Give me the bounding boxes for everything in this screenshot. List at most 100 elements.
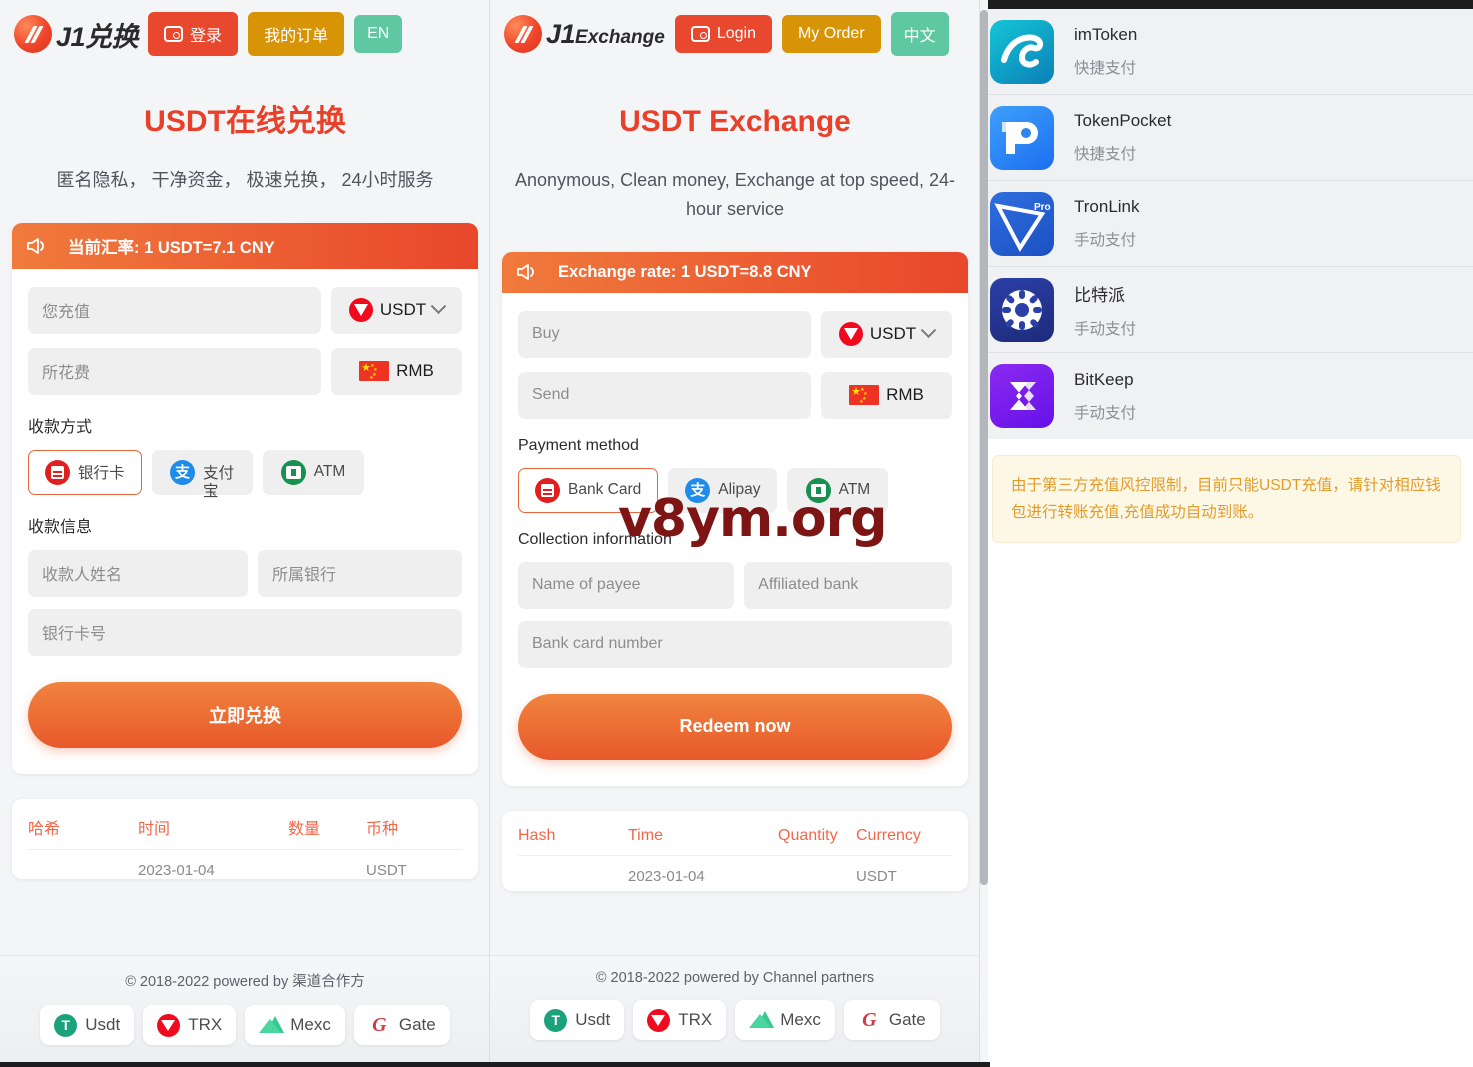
brand-logo-en[interactable]: J1Exchange [504,15,665,53]
panel-chinese-scroll: J1兑换 登录 我的订单 EN USDT在线兑换 匿名隐私， 干净资金， 极速兑… [0,0,490,955]
partners-en: Usdt TRX Mexc Gate [530,1000,940,1040]
send-currency-select-zh[interactable]: ★ ★ ★ ★ ★ RMB [331,347,462,395]
send-amount-input-en[interactable]: Send [518,371,811,419]
partner-trx-zh[interactable]: TRX [143,1005,237,1045]
wallet-item-tokenpocket[interactable]: TokenPocket 快捷支付 [980,95,1473,181]
logo-mark-icon [504,15,542,53]
alipay-icon [170,459,195,485]
table-header-hash: 哈希 [28,820,61,838]
exchange-form-zh: 您充值 USDT 所花费 ★ ★ ★ ★ ★ RMB 收款方式 银行卡 支 支付… [12,269,478,774]
header-english: J1Exchange Login My Order 中文 [490,0,980,70]
bitpie-icon [990,277,1054,342]
wallet-item-bitpie[interactable]: 比特派 手动支付 [980,267,1473,353]
buy-amount-input-zh[interactable]: 您充值 [28,286,321,334]
trx-icon [647,1008,671,1032]
page-subtitle-zh: 匿名隐私， 干净资金， 极速兑换， 24小时服务 [56,170,434,190]
redeem-now-button-en[interactable]: Redeem now [518,693,952,760]
login-label: Login [716,25,756,42]
send-row-en: Send ★ ★ ★ ★ ★ RMB [518,371,952,419]
payment-label: ATM [838,481,871,499]
wallet-scrollbar[interactable] [980,10,988,885]
send-row-zh: 所花费 ★ ★ ★ ★ ★ RMB [28,347,462,395]
payment-label: Bank Card [568,481,642,499]
cell-currency: USDT [856,867,897,885]
bank-card-number-input-zh[interactable]: 银行卡号 [28,608,462,656]
brand-logo-zh[interactable]: J1兑换 [14,15,139,54]
exchange-card-zh: 当前汇率: 1 USDT=7.1 CNY 您充值 USDT 所花费 ★ ★ ★ … [12,222,478,774]
send-currency-label: RMB [886,385,924,405]
payment-methods-en: Bank Card Alipay ATM [518,467,952,513]
table-row: 2023-01-04 USDT [28,850,462,879]
copyright-zh: © 2018-2022 powered by 渠道合作方 [125,974,365,990]
my-order-button-zh[interactable]: 我的订单 [248,12,345,56]
history-table-zh: 哈希 时间 数量 币种 2023-01-04 USDT [12,798,478,879]
cell-hash [518,868,628,885]
table-header-row-zh: 哈希 时间 数量 币种 [28,815,462,839]
tron-icon [838,322,863,347]
payment-method-atm-en[interactable]: ATM [787,467,889,513]
buy-currency-label: USDT [379,300,427,320]
payment-method-atm-zh[interactable]: ATM [262,449,364,495]
partner-usdt-en[interactable]: Usdt [530,1000,625,1040]
payment-label: ATM [313,463,346,481]
partner-label: Mexc [290,1015,331,1034]
partner-usdt-zh[interactable]: Usdt [40,1005,135,1045]
payee-name-input-en[interactable]: Name of payee [518,561,735,609]
partner-gate-zh[interactable]: Gate [353,1005,450,1045]
wallet-texts: 比特派 手动支付 [1074,281,1136,339]
wallet-item-imtoken[interactable]: imToken 快捷支付 [980,9,1473,95]
atm-icon [805,477,831,503]
payee-row-en: Name of payee Affiliated bank [518,561,953,609]
cell-time: 2023-01-04 [628,867,705,885]
partner-trx-en[interactable]: TRX [633,1000,727,1040]
partner-mexc-en[interactable]: Mexc [735,1000,835,1040]
login-button-en[interactable]: Login [674,15,772,53]
wallet-icon [690,26,710,42]
wallet-item-bitkeep[interactable]: BitKeep 手动支付 [980,353,1473,439]
payment-method-bank-card-zh[interactable]: 银行卡 [28,449,142,495]
alipay-label-overflow-zh: 宝 [203,482,219,500]
collection-info-label-en: Collection information [518,530,672,548]
login-button-zh[interactable]: 登录 [148,12,239,56]
header-chinese: J1兑换 登录 我的订单 EN [0,0,490,70]
language-toggle-zh[interactable]: EN [354,15,403,53]
app-screen: J1兑换 登录 我的订单 EN USDT在线兑换 匿名隐私， 干净资金， 极速兑… [0,0,1473,1067]
affiliated-bank-input-zh[interactable]: 所属银行 [258,549,462,597]
mexc-icon [749,1009,775,1032]
wallet-panel-topbar [980,0,1473,9]
my-order-button-en[interactable]: My Order [781,15,881,53]
partner-mexc-zh[interactable]: Mexc [245,1005,345,1045]
wallet-texts: imToken 快捷支付 [1074,25,1137,78]
buy-amount-input-en[interactable]: Buy [518,310,811,358]
hero-zh: USDT在线兑换 匿名隐私， 干净资金， 极速兑换， 24小时服务 [0,70,490,195]
payee-name-input-zh[interactable]: 收款人姓名 [28,549,248,597]
buy-row-en: Buy USDT [518,310,952,358]
wallet-subtitle: 快捷支付 [1074,60,1137,77]
partner-gate-en[interactable]: Gate [843,1000,940,1040]
send-amount-input-zh[interactable]: 所花费 [28,347,321,395]
megaphone-icon [27,237,44,254]
wallet-subtitle: 快捷支付 [1074,146,1137,163]
language-toggle-en[interactable]: 中文 [890,12,949,56]
buy-currency-select-en[interactable]: USDT [821,310,952,358]
payment-method-alipay-en[interactable]: Alipay [668,467,778,513]
cell-quantity [778,868,856,885]
wallet-icon [164,26,184,42]
payment-method-bank-card-en[interactable]: Bank Card [518,467,659,513]
table-header-currency: 币种 [366,820,399,838]
buy-currency-select-zh[interactable]: USDT [331,286,462,334]
mexc-icon [259,1014,285,1037]
partner-label: Gate [398,1015,436,1034]
bank-card-icon [535,477,560,503]
wallet-item-tronlink[interactable]: Pro TronLink 手动支付 [980,181,1473,267]
redeem-now-button-zh[interactable]: 立即兑换 [28,681,462,748]
panel-english-scroll: J1Exchange Login My Order 中文 USDT Exchan… [490,0,980,955]
bank-card-number-input-en[interactable]: Bank card number [518,620,952,668]
affiliated-bank-input-en[interactable]: Affiliated bank [744,561,953,609]
atm-icon [280,459,306,485]
send-currency-select-en[interactable]: ★ ★ ★ ★ ★ RMB [821,371,952,419]
table-header-time: Time [628,826,663,844]
payee-row-zh: 收款人姓名 所属银行 [28,549,462,597]
wallet-subtitle: 手动支付 [1074,232,1137,249]
partners-zh: Usdt TRX Mexc Gate [40,1005,450,1045]
